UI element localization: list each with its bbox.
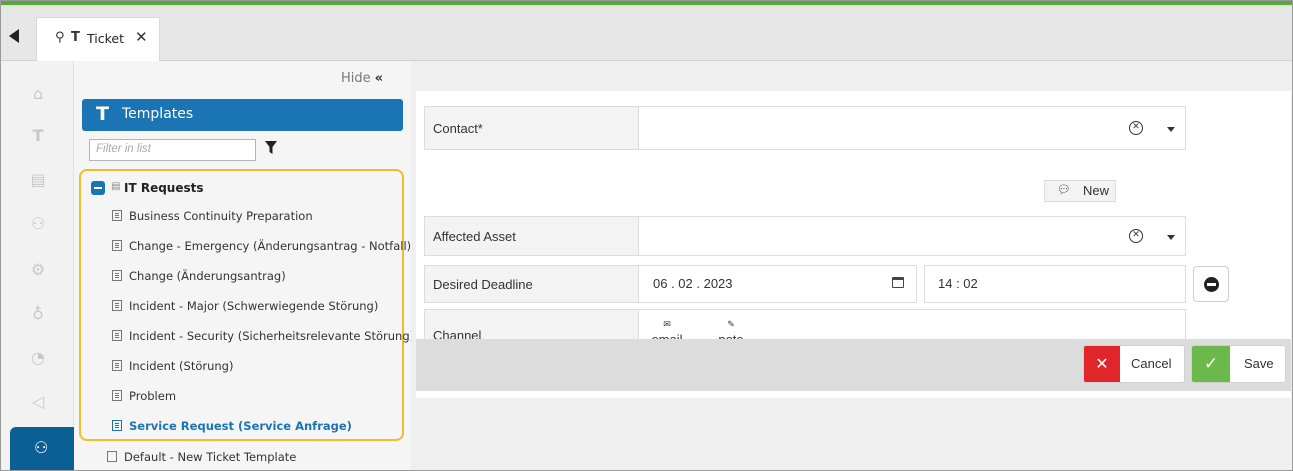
templates-title: Templates xyxy=(122,106,194,122)
deadline-date-field[interactable]: 06 . 02 . 2023 xyxy=(638,265,917,303)
default-template-item[interactable]: Default - New Ticket Template xyxy=(107,450,296,464)
template-tree-highlight: ▤ IT Requests Business Continuity Prepar… xyxy=(79,169,414,441)
affected-asset-field[interactable]: ✕ xyxy=(638,216,1186,256)
lightbulb-icon[interactable]: ♁ xyxy=(25,301,51,327)
affected-asset-label: Affected Asset xyxy=(424,216,639,256)
deadline-date-value: 06 . 02 . 2023 xyxy=(653,276,733,291)
database-icon[interactable]: ▤ xyxy=(25,167,51,193)
main-content: Contact* ✕ 💬︎ New Affected Asset ✕ Desire… xyxy=(411,61,1292,470)
pin-icon[interactable]: ⚲ xyxy=(55,30,65,45)
clear-icon[interactable]: ✕ xyxy=(1129,229,1143,243)
tree-item[interactable]: Incident (Störung) xyxy=(112,359,233,377)
chevron-down-icon[interactable] xyxy=(1167,127,1175,132)
template-icon xyxy=(107,451,117,462)
tree-item[interactable]: Incident - Security (Sicherheitsrelevant… xyxy=(112,329,414,347)
pie-icon[interactable]: ◔ xyxy=(25,345,51,371)
minus-circle-icon xyxy=(1204,277,1219,292)
desired-deadline-label: Desired Deadline xyxy=(424,265,639,303)
template-icon xyxy=(112,330,122,341)
cancel-button[interactable]: ✕ Cancel xyxy=(1083,345,1185,383)
close-icon[interactable]: ✕ xyxy=(135,28,148,46)
chevron-down-icon[interactable] xyxy=(1167,235,1175,240)
tree-item[interactable]: Problem xyxy=(112,389,176,407)
calendar-icon[interactable] xyxy=(892,277,904,288)
hide-label: Hide xyxy=(341,71,371,86)
save-button[interactable]: ✓ Save xyxy=(1191,345,1286,383)
home-icon[interactable]: ⌂ xyxy=(25,81,51,107)
ticket-icon[interactable]: T xyxy=(25,123,51,149)
icon-rail: ⌂ T ▤ ⚇ ⚙ ♁ ◔ ◁ ⚇ xyxy=(1,61,74,470)
tree-item[interactable]: Business Continuity Preparation xyxy=(112,209,313,227)
tree-item-selected[interactable]: Service Request (Service Anfrage) xyxy=(112,419,352,437)
tab-bar: ⚲ T Ticket ✕ xyxy=(1,7,1292,61)
filter-input[interactable]: Filter in list xyxy=(89,139,256,161)
back-arrow-icon[interactable] xyxy=(9,29,19,43)
deadline-time-value: 14 : 02 xyxy=(938,276,978,291)
tab-ticket[interactable]: ⚲ T Ticket ✕ xyxy=(36,17,160,61)
check-icon: ✓ xyxy=(1192,346,1230,382)
hide-panel-link[interactable]: Hide « xyxy=(341,71,383,86)
clear-icon[interactable]: ✕ xyxy=(1129,121,1143,135)
gear-icon[interactable]: ⚙ xyxy=(25,257,51,283)
email-icon: ✉ xyxy=(663,319,671,329)
tree-item[interactable]: Incident - Major (Schwerwiegende Störung… xyxy=(112,299,378,317)
form-action-bar: ✕ Cancel ✓ Save xyxy=(416,339,1291,391)
app-window: ⚲ T Ticket ✕ ⌂ T ▤ ⚇ ⚙ ♁ ◔ ◁ ⚇ Hide « T T… xyxy=(0,0,1293,471)
template-icon xyxy=(112,270,122,281)
templates-header[interactable]: T Templates xyxy=(82,99,403,131)
templates-icon: T xyxy=(96,103,109,125)
new-contact-button[interactable]: 💬︎ New xyxy=(1044,180,1116,202)
tree-root-label: IT Requests xyxy=(124,181,204,195)
comment-icon: 💬︎ xyxy=(1057,184,1071,196)
note-icon: ✎ xyxy=(727,319,735,329)
tree-item[interactable]: Change (Änderungsantrag) xyxy=(112,269,286,287)
ticket-type-icon: T xyxy=(71,30,80,45)
template-icon xyxy=(112,420,122,431)
admin-nav-item[interactable]: ⚇ xyxy=(10,427,74,470)
admin-icon: ⚇ xyxy=(34,438,49,457)
remove-deadline-button[interactable] xyxy=(1193,266,1229,302)
contact-field[interactable]: ✕ xyxy=(638,106,1186,150)
template-icon xyxy=(112,300,122,311)
people-icon[interactable]: ⚇ xyxy=(25,211,51,237)
contact-label: Contact* xyxy=(424,106,639,150)
template-icon xyxy=(112,240,122,251)
tree-item[interactable]: Change - Emergency (Änderungsantrag - No… xyxy=(112,239,411,257)
filter-icon[interactable] xyxy=(265,141,277,155)
close-icon: ✕ xyxy=(1084,346,1120,382)
folder-icon: ▤ xyxy=(111,181,121,192)
template-panel: Hide « T Templates Filter in list ▤ IT Re… xyxy=(74,61,414,470)
template-icon xyxy=(112,360,122,371)
template-icon xyxy=(112,210,122,221)
tab-label: Ticket xyxy=(87,31,124,46)
megaphone-icon[interactable]: ◁ xyxy=(25,389,51,415)
template-icon xyxy=(112,390,122,401)
collapse-icon[interactable] xyxy=(91,181,105,195)
deadline-time-field[interactable]: 14 : 02 xyxy=(924,265,1186,303)
double-chevron-left-icon: « xyxy=(374,71,384,86)
